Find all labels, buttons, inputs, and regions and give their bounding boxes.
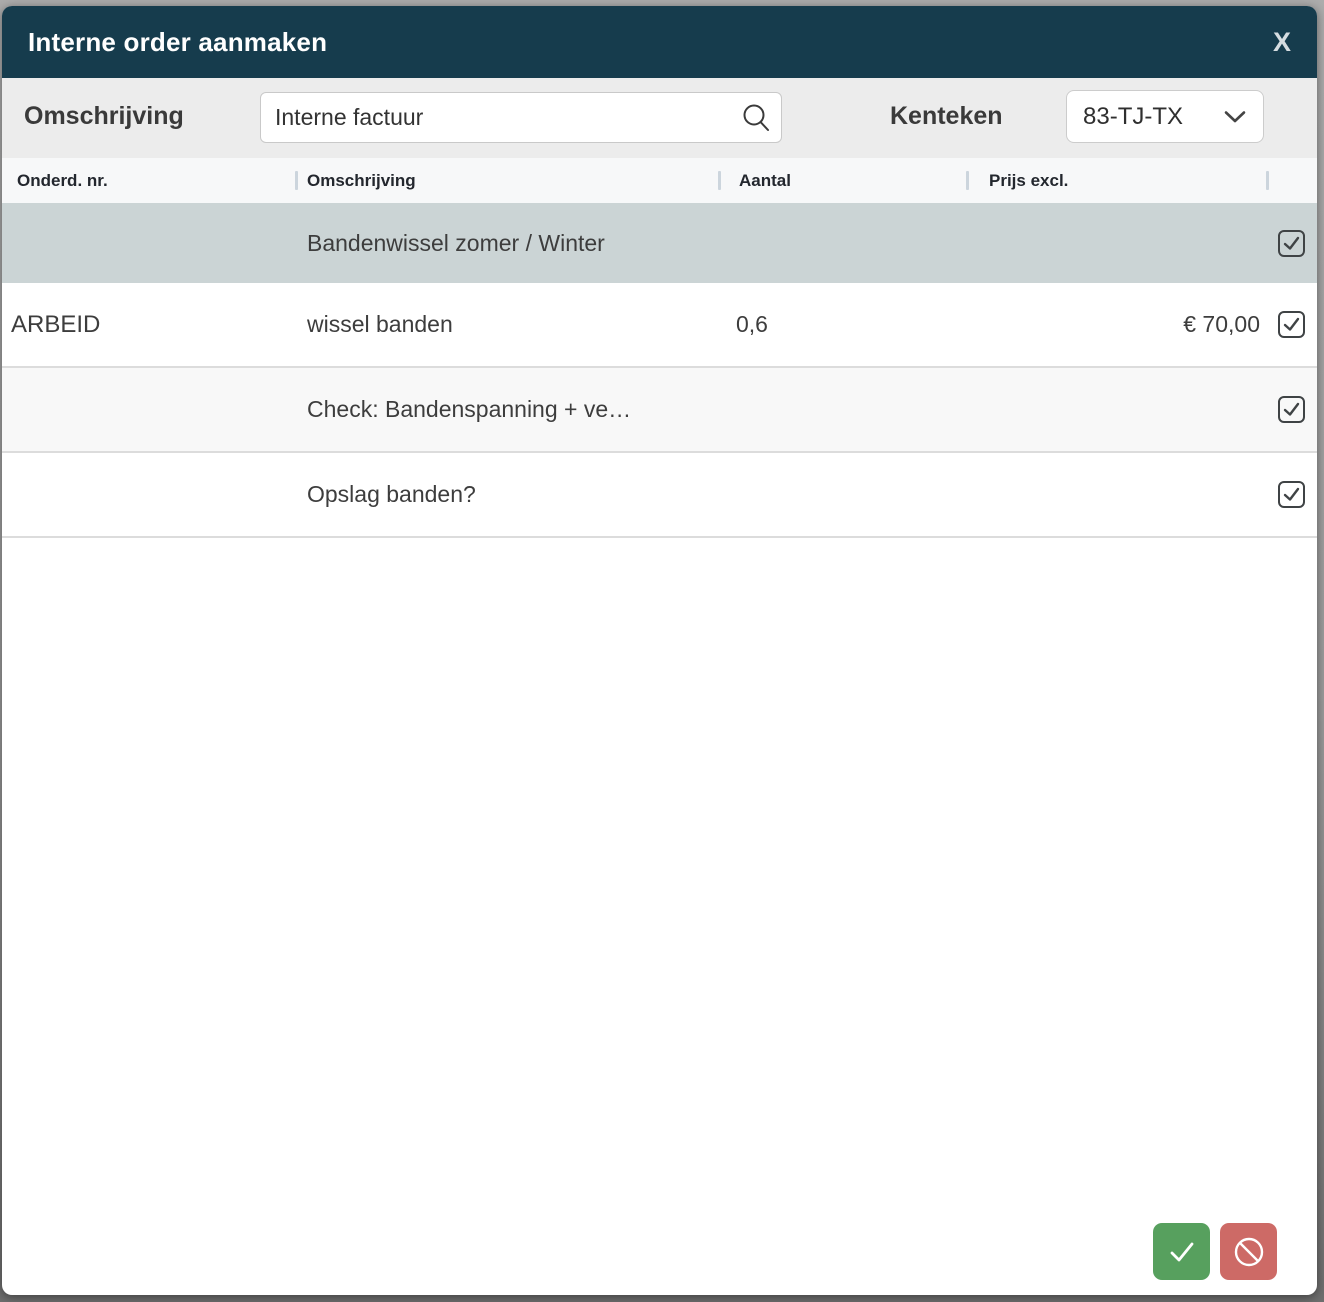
cancel-button[interactable] <box>1220 1223 1277 1280</box>
row-checkbox[interactable] <box>1278 481 1305 508</box>
check-icon <box>1281 233 1302 254</box>
dialog-footer <box>1153 1223 1277 1280</box>
omschrijving-input-value: Interne factuur <box>275 104 741 131</box>
column-header-omschrijving[interactable]: Omschrijving <box>295 158 718 203</box>
kenteken-label: Kenteken <box>890 102 1003 131</box>
check-icon <box>1281 484 1302 505</box>
row-onderd-nr: ARBEID <box>2 283 295 366</box>
dialog-form-row: Omschrijving Interne factuur Kenteken 83… <box>2 78 1317 158</box>
row-omschrijving: Check: Bandenspanning + ve… <box>295 368 718 451</box>
column-header-onderd-nr[interactable]: Onderd. nr. <box>2 158 295 203</box>
row-aantal: 0,6 <box>718 283 966 366</box>
column-header-prijs-excl[interactable]: Prijs excl. <box>966 158 1266 203</box>
row-omschrijving: Opslag banden? <box>295 453 718 536</box>
row-prijs-excl: € 70,00 <box>966 283 1266 366</box>
column-header-aantal[interactable]: Aantal <box>718 158 966 203</box>
check-icon <box>1165 1235 1199 1269</box>
row-omschrijving: Bandenwissel zomer / Winter <box>295 203 718 283</box>
close-icon[interactable]: X <box>1273 29 1291 56</box>
omschrijving-search-input[interactable]: Interne factuur <box>260 92 782 143</box>
search-icon[interactable] <box>741 102 771 134</box>
row-checkbox[interactable] <box>1278 396 1305 423</box>
check-icon <box>1281 399 1302 420</box>
table-row[interactable]: Bandenwissel zomer / Winter <box>2 203 1317 283</box>
kenteken-select[interactable]: 83-TJ-TX <box>1066 90 1264 143</box>
chevron-down-icon <box>1223 110 1247 124</box>
check-icon <box>1281 314 1302 335</box>
prohibition-icon <box>1230 1233 1268 1271</box>
table-row[interactable]: ARBEID wissel banden 0,6 € 70,00 <box>2 283 1317 368</box>
table-header-row: Onderd. nr. Omschrijving Aantal Prijs ex… <box>2 158 1317 203</box>
row-checkbox[interactable] <box>1278 230 1305 257</box>
table-row[interactable]: Opslag banden? <box>2 453 1317 538</box>
interne-order-dialog: Interne order aanmaken X Omschrijving In… <box>2 6 1317 1295</box>
table-row[interactable]: Check: Bandenspanning + ve… <box>2 368 1317 453</box>
omschrijving-label: Omschrijving <box>24 102 184 131</box>
row-checkbox[interactable] <box>1278 311 1305 338</box>
dialog-title: Interne order aanmaken <box>28 27 327 58</box>
kenteken-selected-value: 83-TJ-TX <box>1083 103 1223 131</box>
confirm-button[interactable] <box>1153 1223 1210 1280</box>
dialog-titlebar: Interne order aanmaken X <box>2 6 1317 78</box>
column-header-checkbox <box>1266 158 1317 203</box>
row-omschrijving: wissel banden <box>295 283 718 366</box>
